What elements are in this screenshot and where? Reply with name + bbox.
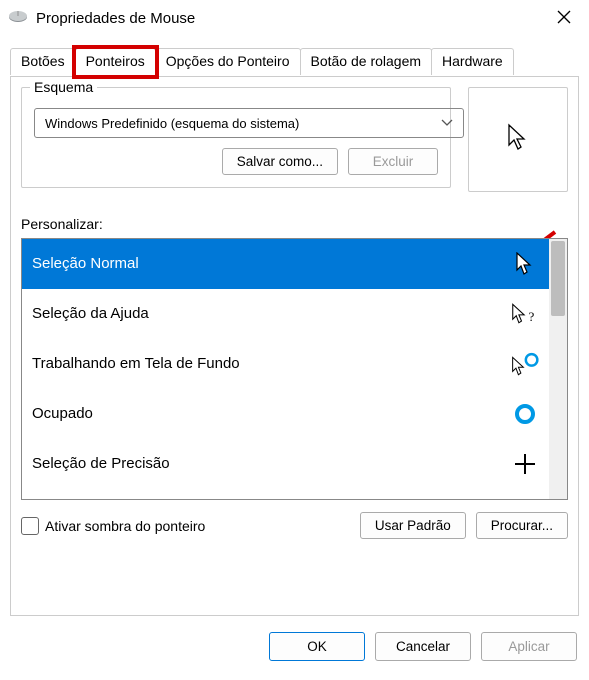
list-item[interactable]: Ocupado <box>22 389 549 439</box>
busy-cursor-icon <box>511 400 539 428</box>
ok-button[interactable]: OK <box>269 632 365 661</box>
list-item[interactable]: Seleção Normal <box>22 239 549 289</box>
tab-pointer-options[interactable]: Opções do Ponteiro <box>155 48 301 75</box>
list-item-label: Trabalhando em Tela de Fundo <box>32 355 240 372</box>
shadow-checkbox[interactable] <box>21 517 39 535</box>
arrow-cursor-icon <box>511 250 539 278</box>
browse-button[interactable]: Procurar... <box>476 512 568 539</box>
tab-buttons[interactable]: Botões <box>10 48 76 75</box>
help-cursor-icon: ? <box>511 300 539 328</box>
busy-bg-cursor-icon <box>511 350 539 378</box>
list-item-label: Seleção de Precisão <box>32 455 170 472</box>
delete-button: Excluir <box>348 148 438 175</box>
apply-button: Aplicar <box>481 632 577 661</box>
window-title: Propriedades de Mouse <box>36 10 195 27</box>
list-item-label: Seleção Normal <box>32 255 139 272</box>
scheme-group: Esquema Windows Predefinido (esquema do … <box>21 87 451 188</box>
titlebar: Propriedades de Mouse <box>0 0 589 34</box>
tab-strip: Botões Ponteiros Opções do Ponteiro Botã… <box>0 34 589 76</box>
shadow-checkbox-label: Ativar sombra do ponteiro <box>45 518 205 534</box>
tab-content: Esquema Windows Predefinido (esquema do … <box>10 76 579 616</box>
tab-pointers-label: Ponteiros <box>86 53 145 69</box>
personalize-label: Personalizar: <box>21 216 568 232</box>
chevron-down-icon <box>441 116 453 130</box>
close-button[interactable] <box>549 8 579 29</box>
list-item-label: Seleção da Ajuda <box>32 305 149 322</box>
scheme-select-value: Windows Predefinido (esquema do sistema) <box>45 116 299 131</box>
scheme-select[interactable]: Windows Predefinido (esquema do sistema) <box>34 108 464 138</box>
list-item-label: Ocupado <box>32 405 93 422</box>
scheme-group-label: Esquema <box>30 79 97 95</box>
list-item[interactable]: Trabalhando em Tela de Fundo <box>22 339 549 389</box>
tab-hardware[interactable]: Hardware <box>431 48 514 75</box>
arrow-cursor-icon <box>506 123 530 156</box>
tab-wheel[interactable]: Botão de rolagem <box>300 48 433 75</box>
mouse-icon <box>8 10 28 27</box>
scrollbar[interactable] <box>549 239 567 499</box>
save-as-button[interactable]: Salvar como... <box>222 148 338 175</box>
list-item[interactable]: Seleção de Precisão <box>22 439 549 489</box>
dialog-footer: OK Cancelar Aplicar <box>0 616 589 661</box>
cursor-listbox[interactable]: Seleção Normal Seleção da Ajuda ? Trabal… <box>21 238 568 500</box>
shadow-checkbox-wrap[interactable]: Ativar sombra do ponteiro <box>21 517 205 535</box>
cursor-preview <box>468 87 568 192</box>
list-item[interactable]: Seleção da Ajuda ? <box>22 289 549 339</box>
cancel-button[interactable]: Cancelar <box>375 632 471 661</box>
use-default-button[interactable]: Usar Padrão <box>360 512 466 539</box>
crosshair-cursor-icon <box>511 450 539 478</box>
svg-text:?: ? <box>529 309 535 324</box>
scroll-thumb[interactable] <box>551 241 565 316</box>
tab-pointers[interactable]: Ponteiros <box>75 48 156 75</box>
